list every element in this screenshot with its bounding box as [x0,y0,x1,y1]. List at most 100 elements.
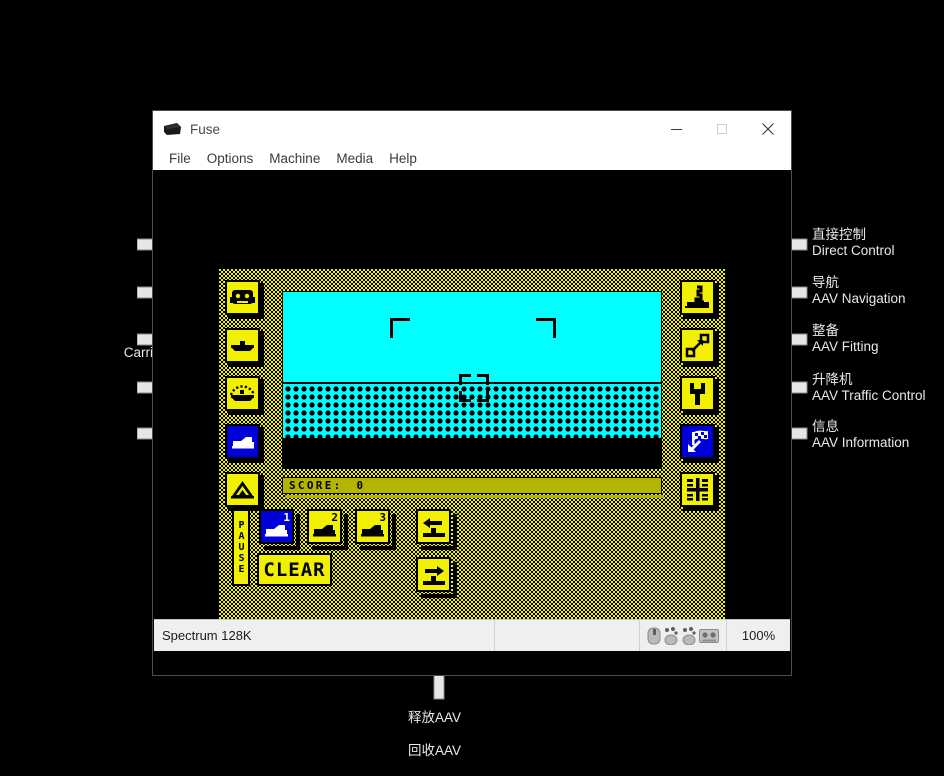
menu-icon [230,290,255,304]
annotation-right-3: 整备 AAV Fitting [812,323,879,355]
statusbar-icons [640,626,726,645]
aav-icon [232,437,254,449]
icon-shadow [260,331,264,367]
aav-slot-3-number: 3 [379,511,386,524]
annotation-right-3-en: AAV Fitting [812,339,879,354]
icon-shadow [683,507,719,511]
aav-slot-1-number: 1 [283,511,290,524]
release-aav-button[interactable] [416,557,457,598]
annotation-bottom-release: 释放AAV [408,710,461,726]
game-viewport[interactable] [282,291,662,469]
annotation-right-4-cn: 升降机 [812,372,853,387]
icon-shadow [715,475,719,511]
aav-information-icon-button[interactable] [680,472,719,511]
pause-button[interactable]: PAUSE [232,509,250,586]
icon-shadow [715,379,719,415]
recover-aav-button[interactable] [416,509,457,550]
close-icon[interactable] [745,111,791,147]
menu-file[interactable]: File [161,151,199,166]
left-icon-column [225,280,264,520]
joystick-direct-control-icon [685,285,709,308]
menu-options[interactable]: Options [199,151,262,166]
navigation-icon [685,333,710,358]
icon-shadow [683,411,719,415]
icon-shadow [228,363,264,367]
sea-far-dither [283,438,661,468]
slot-shadow [453,514,457,550]
icon-shadow [228,459,264,463]
menu-help[interactable]: Help [381,151,425,166]
traffic-control-icon-button[interactable] [680,424,719,463]
arrow-right-icon [423,566,445,585]
score-value: 0 [356,479,366,492]
joystick-icon[interactable] [681,626,697,645]
slot-shadow [421,546,457,550]
emulator-display-area[interactable]: SCORE: 0 PAUSE CLEAR 1 2 3 Spectrum 128K… [153,171,791,652]
joystick-icon[interactable] [663,626,679,645]
helm-icon-button[interactable] [225,328,264,367]
carrier-defence-icon-button[interactable] [225,376,264,415]
aav-icon-button[interactable] [225,424,264,463]
annotation-right-2-cn: 导航 [812,275,839,290]
aav-slot-1-button[interactable]: 1 [259,509,300,550]
statusbar-separator [494,620,495,651]
sea-object-right [523,441,537,453]
aav-slot-3-button[interactable]: 3 [355,509,396,550]
annotation-right-1-cn: 直接控制 [812,227,866,242]
maximize-icon[interactable] [699,111,745,147]
window-title: Fuse [190,121,221,137]
reticle-upper-right [477,374,489,385]
pause-label: PAUSE [236,520,247,575]
annotation-right-3-cn: 整备 [812,323,839,338]
tape-icon[interactable] [699,628,719,643]
score-label: SCORE: [289,479,343,492]
direct-control-icon-button[interactable] [680,280,719,319]
slot-shadow [453,562,457,598]
aav-slot-2-button[interactable]: 2 [307,509,348,550]
slot-shadow [296,514,300,550]
icon-shadow [715,283,719,319]
fuse-app-icon [164,122,181,136]
menu-icon-button[interactable] [225,280,264,319]
slot-shadow [360,546,396,550]
mouse-icon[interactable] [647,627,661,645]
spectrum-screen[interactable]: SCORE: 0 PAUSE CLEAR 1 2 3 [219,269,725,651]
reticle-lower-left [459,391,471,402]
annotation-right-1: 直接控制 Direct Control [812,227,895,259]
arrow-left-icon [423,518,445,537]
icon-shadow [683,315,719,319]
viewfinder-bracket-top-left [390,318,410,338]
menu-media[interactable]: Media [328,151,381,166]
traffic-control-flag-icon [688,430,708,452]
menu-machine[interactable]: Machine [261,151,328,166]
sea-near-dither [283,384,661,438]
right-icon-column [680,280,719,520]
status-machine-label: Spectrum 128K [162,628,252,643]
clear-button[interactable]: CLEAR [257,553,332,586]
reticle-upper-left [459,374,471,385]
sea-object-left [411,441,425,453]
icon-shadow [683,459,719,463]
aircraft-icon-button[interactable] [225,472,264,511]
minimize-icon[interactable] [653,111,699,147]
score-bar: SCORE: 0 [282,477,664,498]
icon-shadow [260,379,264,415]
annotation-right-5-cn: 信息 [812,419,839,434]
helm-ship-icon [231,341,254,351]
annotation-right-5: 信息 AAV Information [812,419,909,451]
statusbar: Spectrum 128K 100% [154,619,790,651]
viewfinder-bracket-top-right [536,318,556,338]
aav-fitting-icon-button[interactable] [680,376,719,415]
annotation-bottom-recover: 回收AAV [408,743,461,759]
icon-shadow [683,363,719,367]
annotation-right-2-en: AAV Navigation [812,291,906,306]
menubar: File Options Machine Media Help [153,147,791,171]
annotation-right-1-en: Direct Control [812,243,895,258]
slot-shadow [264,546,300,550]
icon-shadow [260,283,264,319]
slot-shadow [344,514,348,550]
window-controls [653,111,791,147]
status-zoom-label: 100% [741,628,776,643]
icon-shadow [715,427,719,463]
navigation-icon-button[interactable] [680,328,719,367]
